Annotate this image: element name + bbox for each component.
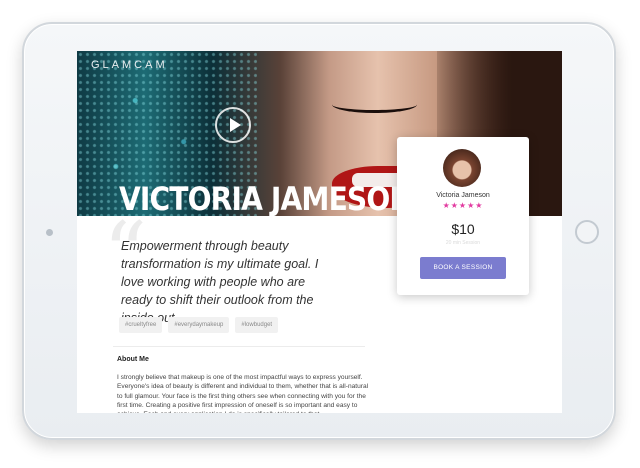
book-session-button[interactable]: BOOK A SESSION [420, 257, 506, 279]
hero-eye [332, 96, 417, 113]
app-logo[interactable]: GLAMCAM [91, 59, 168, 71]
profile-quote: Empowerment through beauty transformatio… [121, 239, 319, 325]
session-label: 20 min Session [445, 240, 481, 246]
booking-card: Victoria Jameson ★★★★★ $10 20 min Sessio… [397, 137, 529, 295]
section-divider [113, 346, 365, 347]
tag-chip[interactable]: #crueltyfree [119, 317, 163, 333]
home-button[interactable] [575, 220, 599, 244]
profile-name: VICTORIA JAMESON [119, 180, 413, 216]
play-icon [230, 118, 241, 132]
play-button[interactable] [215, 107, 251, 143]
camera-icon [46, 229, 53, 236]
about-body: I strongly believe that makeup is one of… [117, 374, 369, 413]
price-label: $10 [451, 221, 475, 237]
tag-chip[interactable]: #lowbudget [235, 317, 279, 333]
card-name: Victoria Jameson [436, 192, 490, 199]
tag-list: #crueltyfree #everydaymakeup #lowbudget [119, 317, 279, 333]
avatar [443, 149, 481, 187]
about-title: About Me [117, 356, 149, 363]
tag-chip[interactable]: #everydaymakeup [168, 317, 230, 333]
rating-stars: ★★★★★ [442, 201, 484, 210]
